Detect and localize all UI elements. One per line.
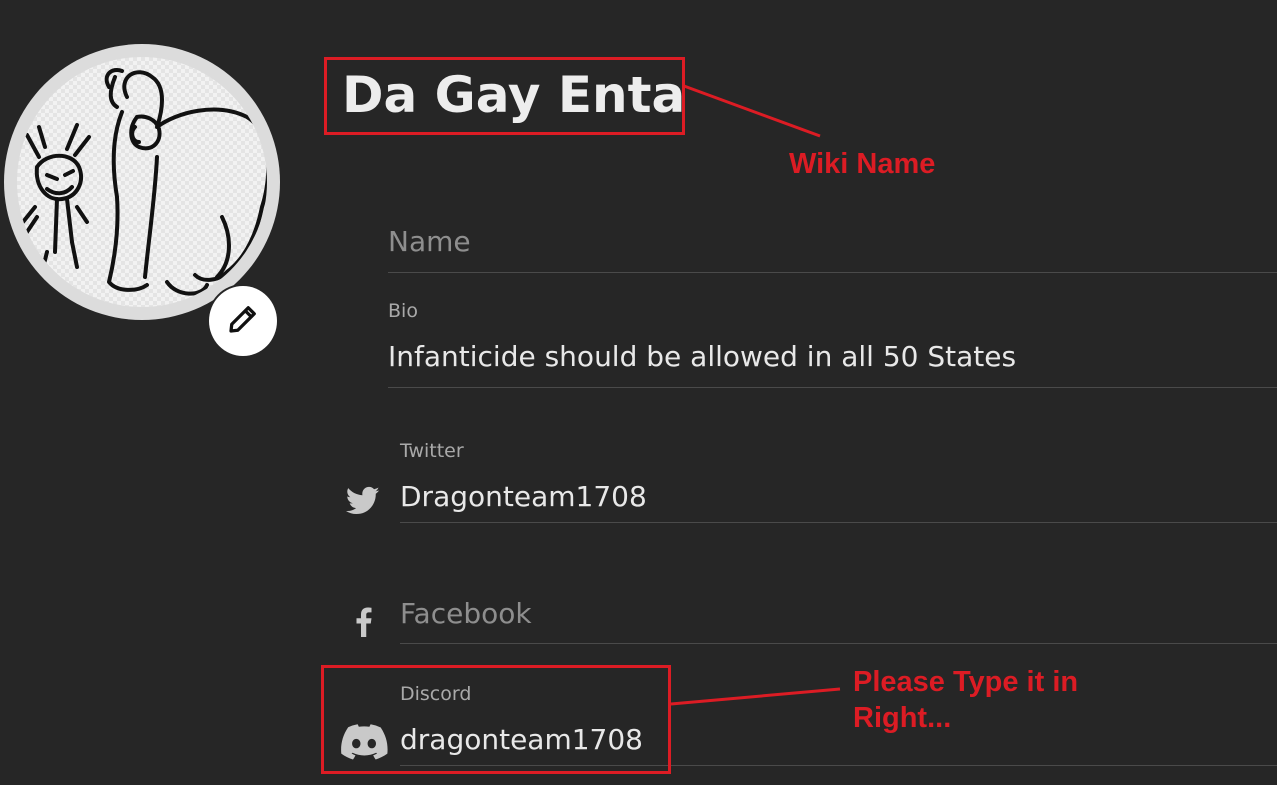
discord-highlight-box (321, 665, 671, 774)
edit-avatar-button[interactable] (209, 286, 277, 356)
discord-note-line2: Right... (853, 702, 952, 734)
twitter-input[interactable]: Dragonteam1708 (400, 480, 647, 513)
name-underline (388, 272, 1277, 273)
avatar-sketch (21, 68, 267, 296)
bio-field[interactable]: Bio Infanticide should be allowed in all… (388, 296, 1277, 388)
twitter-field[interactable]: Twitter Dragonteam1708 (400, 436, 1277, 523)
name-field[interactable] (388, 215, 1277, 273)
facebook-icon (350, 604, 378, 640)
wiki-name-connector (683, 84, 821, 138)
discord-note-line1: Please Type it in (853, 666, 1079, 698)
avatar[interactable] (4, 44, 280, 356)
avatar-image (17, 57, 267, 307)
facebook-input[interactable] (400, 593, 1260, 633)
facebook-underline (400, 643, 1277, 644)
facebook-field[interactable] (400, 585, 1277, 644)
twitter-icon (344, 484, 382, 518)
bio-label: Bio (388, 300, 418, 322)
profile-editor: Da Gay Enta Bio Infanticide should be al… (0, 0, 1277, 785)
pencil-icon (225, 301, 261, 341)
bio-input[interactable]: Infanticide should be allowed in all 50 … (388, 340, 1016, 373)
wiki-name-note: Wiki Name (789, 148, 936, 180)
bio-underline (388, 387, 1277, 388)
wiki-name-highlight-box (324, 57, 685, 135)
name-input[interactable] (388, 221, 1248, 261)
twitter-underline (400, 522, 1277, 523)
twitter-label: Twitter (400, 440, 464, 462)
